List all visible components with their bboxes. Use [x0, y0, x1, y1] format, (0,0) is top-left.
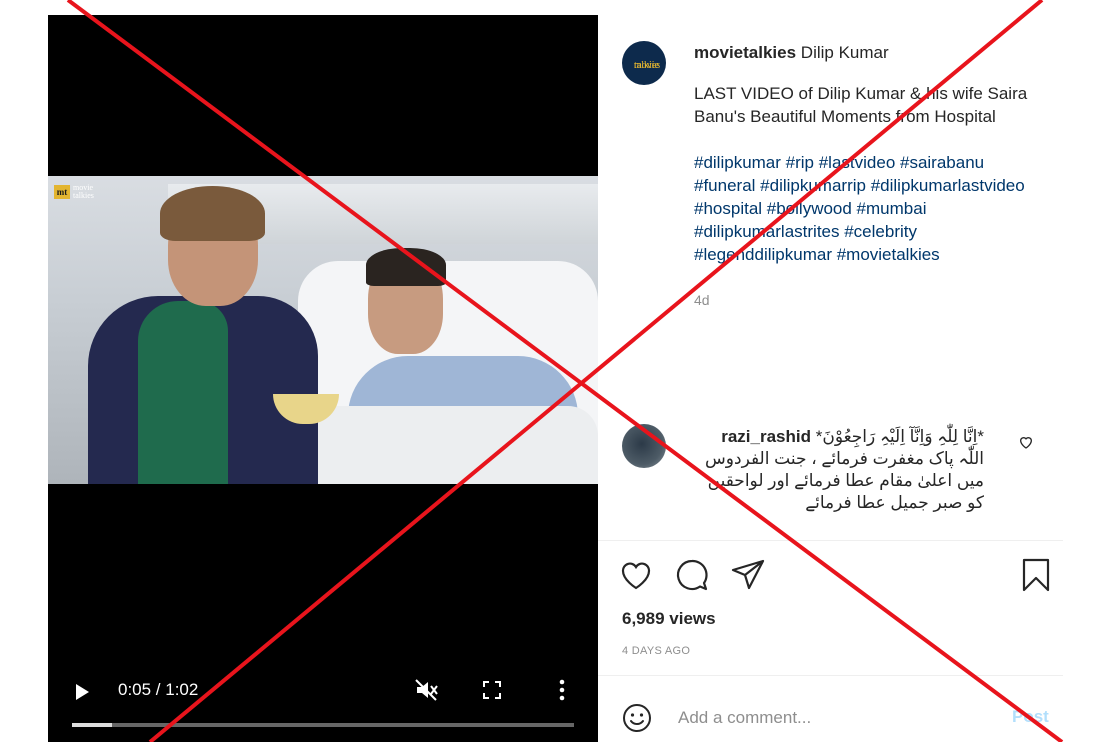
share-paper-plane-icon[interactable]: [730, 557, 766, 593]
post-username[interactable]: movietalkies: [694, 43, 796, 62]
watermark-line2: talkies: [73, 191, 94, 200]
avatar-text-line2: talkies: [634, 60, 661, 71]
post-title: Dilip Kumar: [800, 43, 889, 62]
post-panel: movie talkies movietalkies Dilip Kumar LA…: [598, 15, 1063, 742]
watermark-mark: mt: [54, 185, 70, 199]
video-progress-fill: [72, 723, 113, 727]
post-age[interactable]: 4d: [694, 289, 1044, 312]
mute-icon[interactable]: [414, 678, 440, 702]
post-caption: movietalkies Dilip Kumar LAST VIDEO of D…: [694, 41, 1044, 312]
avatar[interactable]: movie talkies: [622, 41, 666, 85]
post-actions: [618, 557, 1058, 597]
post-comment-button[interactable]: Post: [1012, 707, 1049, 727]
add-comment-input[interactable]: [678, 705, 978, 731]
play-icon[interactable]: [76, 684, 89, 700]
comment-like-heart-icon[interactable]: [1018, 434, 1034, 450]
more-options-icon[interactable]: [558, 678, 566, 702]
caption-hashtags[interactable]: #dilipkumar #rip #lastvideo #sairabanu #…: [694, 151, 1044, 266]
like-heart-icon[interactable]: [618, 557, 654, 593]
commenter-avatar[interactable]: [622, 424, 666, 468]
caption-text: LAST VIDEO of Dilip Kumar & his wife Sai…: [694, 84, 1028, 126]
video-progress-bar[interactable]: [72, 723, 574, 727]
post-timestamp[interactable]: 4 DAYS AGO: [622, 645, 690, 657]
video-frame: mt movie talkies: [48, 176, 598, 484]
views-count[interactable]: 6,989 views: [622, 609, 716, 629]
divider: [598, 540, 1063, 541]
video-time: 0:05 / 1:02: [118, 680, 199, 699]
divider: [598, 675, 1063, 676]
video-controls: 0:05 / 1:02: [48, 670, 598, 710]
comment-username[interactable]: razi_rashid: [721, 427, 811, 446]
save-bookmark-icon[interactable]: [1018, 557, 1054, 593]
emoji-icon[interactable]: [622, 703, 652, 733]
channel-watermark: mt movie talkies: [54, 184, 94, 200]
comment-body: razi_rashid *اِنَّا لِلّٰہِ وَاِنَّآ اِل…: [694, 426, 984, 514]
comment-bubble-icon[interactable]: [674, 557, 710, 593]
fullscreen-icon[interactable]: [482, 680, 502, 700]
video-player[interactable]: mt movie talkies 0:05 / 1:02: [48, 15, 598, 742]
